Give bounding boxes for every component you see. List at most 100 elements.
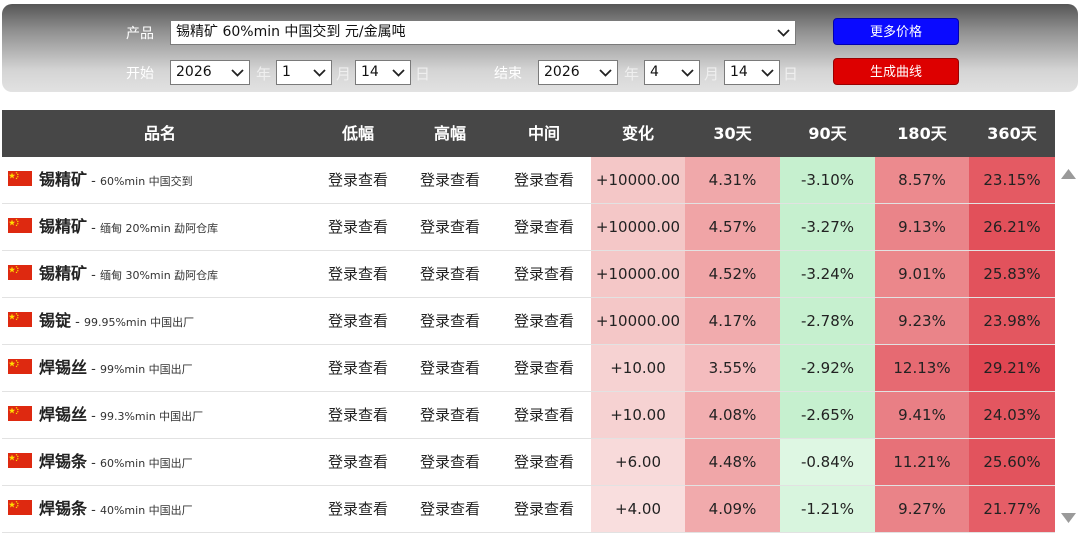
table-header: 品名 低幅 高幅 中间 变化 30天 90天 180天 360天: [2, 110, 1055, 157]
product-spec: 40%min 中国出厂: [99, 504, 193, 517]
end-day-select[interactable]: 14: [724, 60, 780, 85]
change-360d-cell: 23.98%: [969, 298, 1055, 344]
chevron-down-icon: [761, 69, 774, 77]
product-name-cell[interactable]: 锡精矿 - 缅甸 20%min 勐阿仓库: [2, 204, 318, 250]
filter-panel: 产品 锡精矿 60%min 中国交到 元/金属吨 更多价格 开始 2026 年 …: [2, 4, 1078, 92]
product-spec: 缅甸 30%min 勐阿仓库: [99, 269, 219, 282]
high-cell[interactable]: 登录查看: [404, 392, 496, 438]
header-low: 低幅: [341, 124, 374, 143]
change-cell: +10000.00: [591, 157, 685, 203]
low-cell[interactable]: 登录查看: [312, 157, 404, 203]
product-spec: 60%min 中国交到: [99, 175, 193, 188]
triangle-up-icon[interactable]: [1060, 165, 1077, 179]
mid-cell[interactable]: 登录查看: [498, 157, 590, 203]
low-cell[interactable]: 登录查看: [312, 251, 404, 297]
start-year-select[interactable]: 2026: [170, 60, 250, 85]
generate-curve-button[interactable]: 生成曲线: [833, 58, 959, 85]
china-flag-icon: [8, 359, 32, 374]
mid-cell[interactable]: 登录查看: [498, 392, 590, 438]
change-90d-cell: -3.27%: [780, 204, 875, 250]
change-360d-cell: 25.60%: [969, 439, 1055, 485]
start-month-select[interactable]: 1: [276, 60, 332, 85]
end-month-select[interactable]: 4: [644, 60, 700, 85]
change-30d-cell: 4.09%: [685, 486, 780, 532]
low-cell[interactable]: 登录查看: [312, 392, 404, 438]
high-cell[interactable]: 登录查看: [404, 251, 496, 297]
header-180d: 180天: [897, 124, 947, 143]
table-row: 焊锡条 - 40%min 中国出厂 登录查看 登录查看 登录查看 +4.00 4…: [2, 486, 1055, 533]
start-day-value: 14: [361, 64, 379, 80]
change-360d-cell: 29.21%: [969, 345, 1055, 391]
table-row: 焊锡丝 - 99%min 中国出厂 登录查看 登录查看 登录查看 +10.00 …: [2, 345, 1055, 392]
china-flag-icon: [8, 312, 32, 327]
table-scrollbar[interactable]: [1057, 157, 1080, 532]
product-name: 锡精矿: [39, 170, 88, 189]
product-name-cell[interactable]: 焊锡条 - 40%min 中国出厂: [2, 486, 318, 532]
change-cell: +4.00: [591, 486, 685, 532]
low-cell[interactable]: 登录查看: [312, 439, 404, 485]
table-row: 锡精矿 - 缅甸 20%min 勐阿仓库 登录查看 登录查看 登录查看 +100…: [2, 204, 1055, 251]
header-30d: 30天: [713, 124, 752, 143]
product-name-cell[interactable]: 焊锡条 - 60%min 中国出厂: [2, 439, 318, 485]
more-prices-button[interactable]: 更多价格: [833, 18, 959, 45]
start-year-value: 2026: [176, 64, 212, 80]
change-30d-cell: 3.55%: [685, 345, 780, 391]
product-name-cell[interactable]: 焊锡丝 - 99%min 中国出厂: [2, 345, 318, 391]
change-360d-cell: 25.83%: [969, 251, 1055, 297]
product-name-cell[interactable]: 锡精矿 - 缅甸 30%min 勐阿仓库: [2, 251, 318, 297]
change-180d-cell: 12.13%: [875, 345, 969, 391]
change-180d-cell: 8.57%: [875, 157, 969, 203]
header-change: 变化: [621, 124, 654, 143]
high-cell[interactable]: 登录查看: [404, 298, 496, 344]
china-flag-icon: [8, 453, 32, 468]
product-name: 锡精矿: [39, 217, 88, 236]
month-unit: 月: [704, 65, 720, 83]
change-90d-cell: -3.24%: [780, 251, 875, 297]
change-90d-cell: -0.84%: [780, 439, 875, 485]
end-year-select[interactable]: 2026: [538, 60, 618, 85]
start-month-value: 1: [282, 64, 291, 80]
mid-cell[interactable]: 登录查看: [498, 345, 590, 391]
low-cell[interactable]: 登录查看: [312, 345, 404, 391]
product-name-cell[interactable]: 焊锡丝 - 99.3%min 中国出厂: [2, 392, 318, 438]
chevron-down-icon: [231, 69, 244, 77]
low-cell[interactable]: 登录查看: [312, 486, 404, 532]
high-cell[interactable]: 登录查看: [404, 204, 496, 250]
table-row: 焊锡条 - 60%min 中国出厂 登录查看 登录查看 登录查看 +6.00 4…: [2, 439, 1055, 486]
mid-cell[interactable]: 登录查看: [498, 204, 590, 250]
triangle-down-icon[interactable]: [1060, 509, 1077, 523]
china-flag-icon: [8, 265, 32, 280]
mid-cell[interactable]: 登录查看: [498, 486, 590, 532]
end-year-value: 2026: [544, 64, 580, 80]
start-day-select[interactable]: 14: [355, 60, 411, 85]
low-cell[interactable]: 登录查看: [312, 204, 404, 250]
product-name-cell[interactable]: 锡精矿 - 60%min 中国交到: [2, 157, 318, 203]
header-name: 品名: [143, 124, 176, 143]
start-label: 开始: [126, 66, 154, 82]
mid-cell[interactable]: 登录查看: [498, 251, 590, 297]
change-30d-cell: 4.31%: [685, 157, 780, 203]
day-unit: 日: [415, 65, 431, 83]
change-360d-cell: 21.77%: [969, 486, 1055, 532]
change-90d-cell: -1.21%: [780, 486, 875, 532]
high-cell[interactable]: 登录查看: [404, 486, 496, 532]
product-name-cell[interactable]: 锡锭 - 99.95%min 中国出厂: [2, 298, 318, 344]
change-90d-cell: -2.78%: [780, 298, 875, 344]
high-cell[interactable]: 登录查看: [404, 439, 496, 485]
change-cell: +10.00: [591, 392, 685, 438]
high-cell[interactable]: 登录查看: [404, 157, 496, 203]
header-360d: 360天: [987, 124, 1037, 143]
day-unit: 日: [783, 65, 799, 83]
mid-cell[interactable]: 登录查看: [498, 298, 590, 344]
change-90d-cell: -3.10%: [780, 157, 875, 203]
change-30d-cell: 4.17%: [685, 298, 780, 344]
change-180d-cell: 11.21%: [875, 439, 969, 485]
high-cell[interactable]: 登录查看: [404, 345, 496, 391]
mid-cell[interactable]: 登录查看: [498, 439, 590, 485]
change-180d-cell: 9.23%: [875, 298, 969, 344]
change-cell: +10000.00: [591, 204, 685, 250]
low-cell[interactable]: 登录查看: [312, 298, 404, 344]
china-flag-icon: [8, 171, 32, 186]
change-cell: +10.00: [591, 345, 685, 391]
product-select[interactable]: 锡精矿 60%min 中国交到 元/金属吨: [170, 20, 796, 45]
